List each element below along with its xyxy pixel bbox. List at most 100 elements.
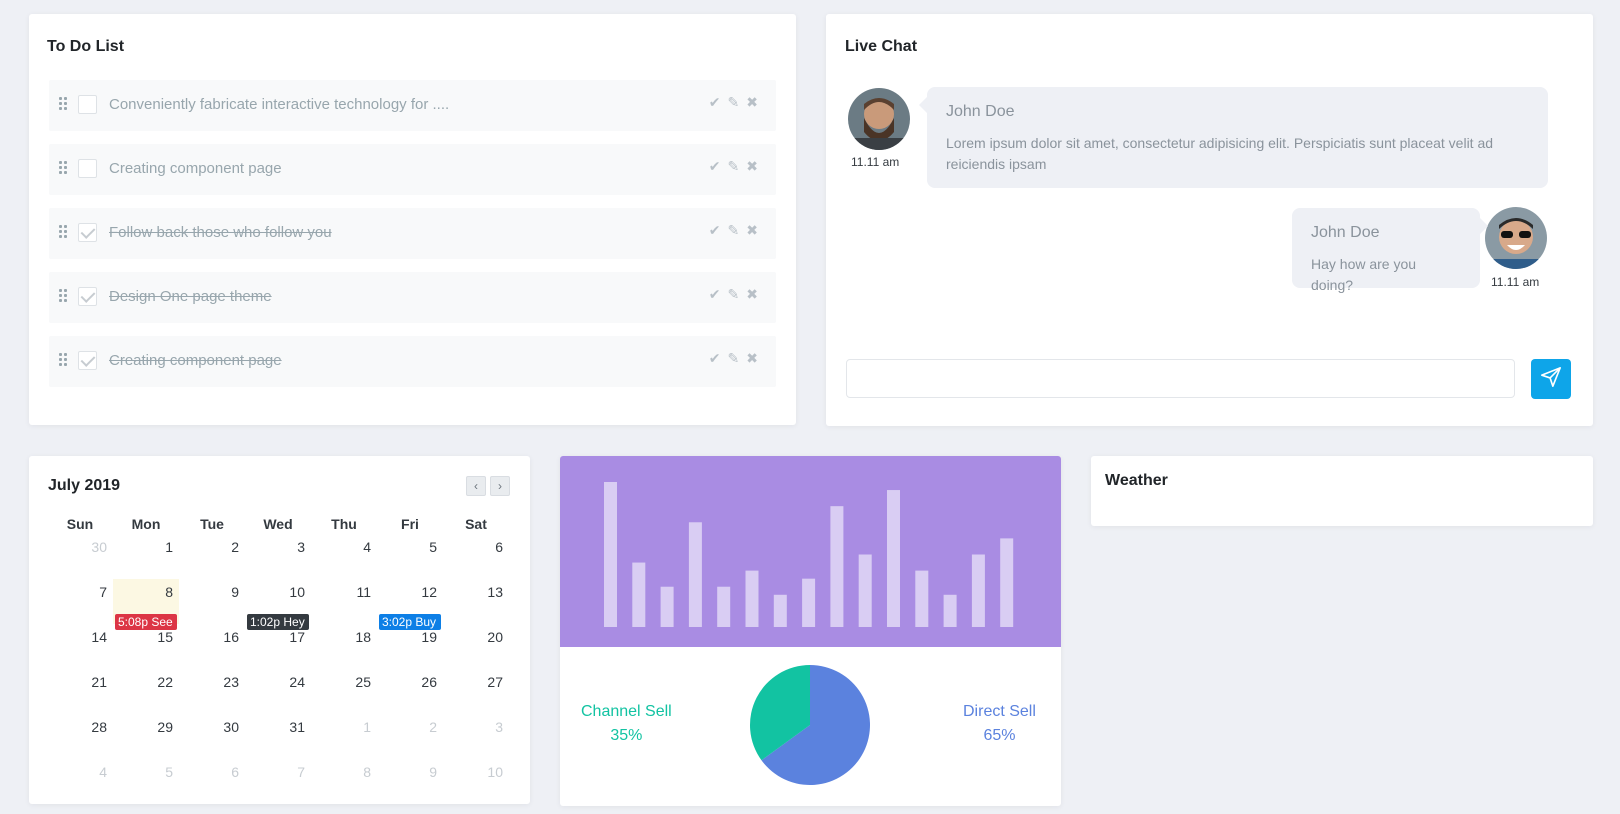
calendar-day-number: 10	[289, 584, 305, 600]
calendar-day[interactable]: 22	[113, 669, 179, 714]
calendar-day[interactable]: 21	[47, 669, 113, 714]
bar	[887, 490, 900, 627]
calendar-day[interactable]: 4	[47, 759, 113, 804]
calendar-day[interactable]: 4	[311, 534, 377, 579]
calendar-day[interactable]: 5	[113, 759, 179, 804]
close-icon[interactable]: ✖	[746, 350, 758, 367]
calendar-day[interactable]: 8	[311, 759, 377, 804]
calendar-prev-button[interactable]: ‹	[466, 476, 486, 496]
check-icon[interactable]: ✔	[709, 286, 721, 303]
close-icon[interactable]: ✖	[746, 286, 758, 303]
check-icon[interactable]: ✔	[709, 222, 721, 239]
calendar-day[interactable]: 1	[113, 534, 179, 579]
close-icon[interactable]: ✖	[746, 94, 758, 111]
calendar-day-number: 1	[165, 539, 173, 555]
send-button[interactable]	[1531, 359, 1571, 399]
calendar-day[interactable]: 31	[245, 714, 311, 759]
drag-handle-icon[interactable]	[59, 97, 67, 111]
check-icon[interactable]: ✔	[709, 94, 721, 111]
calendar-day[interactable]: 20	[443, 624, 509, 669]
weather-title: Weather	[1105, 472, 1168, 489]
calendar-day[interactable]: 23	[179, 669, 245, 714]
drag-handle-icon[interactable]	[59, 225, 67, 239]
close-icon[interactable]: ✖	[746, 158, 758, 175]
calendar-day-number: 6	[495, 539, 503, 555]
bar	[830, 506, 844, 627]
calendar-day[interactable]: 2	[179, 534, 245, 579]
calendar-day[interactable]: 10	[443, 759, 509, 804]
pencil-icon[interactable]: ✎	[728, 222, 740, 239]
calendar-day-number: 27	[487, 674, 503, 690]
calendar-next-button[interactable]: ›	[490, 476, 510, 496]
calendar-day-number: 30	[91, 539, 107, 555]
todo-text: Design One page theme	[109, 288, 272, 305]
calendar-day-number: 31	[289, 719, 305, 735]
calendar-day[interactable]: 7	[47, 579, 113, 624]
pie-chart	[750, 665, 870, 785]
calendar-day[interactable]: 16	[179, 624, 245, 669]
todo-checkbox[interactable]	[78, 159, 97, 178]
todo-item[interactable]: Conveniently fabricate interactive techn…	[49, 80, 776, 131]
pencil-icon[interactable]: ✎	[728, 350, 740, 367]
todo-item[interactable]: Creating component page ✔ ✎ ✖	[49, 144, 776, 195]
check-icon[interactable]: ✔	[709, 158, 721, 175]
calendar-day-number: 26	[421, 674, 437, 690]
calendar-day[interactable]: 5	[377, 534, 443, 579]
pencil-icon[interactable]: ✎	[728, 94, 740, 111]
calendar-day[interactable]: 28	[47, 714, 113, 759]
live-chat-card: Live Chat 11.11 am John Doe Lorem ipsum …	[826, 14, 1593, 426]
chat-message-text: Hay how are you doing?	[1311, 256, 1417, 293]
calendar-day[interactable]: 6	[179, 759, 245, 804]
check-icon[interactable]: ✔	[709, 350, 721, 367]
close-icon[interactable]: ✖	[746, 222, 758, 239]
drag-handle-icon[interactable]	[59, 353, 67, 367]
todo-item[interactable]: Design One page theme ✔ ✎ ✖	[49, 272, 776, 323]
calendar-day[interactable]: 15	[113, 624, 179, 669]
calendar-day[interactable]: 11	[311, 579, 377, 624]
calendar-day-today[interactable]: 8 5:08p See	[113, 579, 179, 630]
direct-sell-label: Direct Sell	[963, 703, 1036, 720]
bar	[858, 554, 872, 627]
drag-handle-icon[interactable]	[59, 161, 67, 175]
chevron-right-icon: ›	[498, 479, 502, 493]
calendar-day[interactable]: 10 1:02p Hey	[245, 579, 311, 630]
todo-checkbox[interactable]	[78, 95, 97, 114]
calendar-day[interactable]: 18	[311, 624, 377, 669]
calendar-day[interactable]: 26	[377, 669, 443, 714]
calendar-day[interactable]: 30	[47, 534, 113, 579]
calendar-day[interactable]: 1	[311, 714, 377, 759]
calendar-day[interactable]: 19	[377, 624, 443, 669]
calendar-day[interactable]: 9	[377, 759, 443, 804]
calendar-day[interactable]: 25	[311, 669, 377, 714]
todo-item[interactable]: Creating component page ✔ ✎ ✖	[49, 336, 776, 387]
calendar-day[interactable]: 29	[113, 714, 179, 759]
calendar-day[interactable]: 12 3:02p Buy	[377, 579, 443, 630]
pencil-icon[interactable]: ✎	[728, 286, 740, 303]
calendar-day[interactable]: 3	[443, 714, 509, 759]
pencil-icon[interactable]: ✎	[728, 158, 740, 175]
calendar-day[interactable]: 30	[179, 714, 245, 759]
calendar-day-number: 20	[487, 629, 503, 645]
calendar-day-number: 3	[297, 539, 305, 555]
calendar-day-number: 15	[157, 629, 173, 645]
todo-checkbox[interactable]	[78, 287, 97, 306]
calendar-day[interactable]: 6	[443, 534, 509, 579]
calendar-day[interactable]: 13	[443, 579, 509, 624]
todo-checkbox[interactable]	[78, 223, 97, 242]
direct-sell-value: 65%	[983, 727, 1016, 744]
drag-handle-icon[interactable]	[59, 289, 67, 303]
calendar-day[interactable]: 9	[179, 579, 245, 624]
todo-item[interactable]: Follow back those who follow you ✔ ✎ ✖	[49, 208, 776, 259]
calendar-day-number: 13	[487, 584, 503, 600]
todo-checkbox[interactable]	[78, 351, 97, 370]
calendar-day[interactable]: 7	[245, 759, 311, 804]
chat-bubble: John Doe Hay how are you doing?	[1292, 208, 1488, 293]
calendar-day[interactable]: 14	[47, 624, 113, 669]
calendar-day[interactable]: 27	[443, 669, 509, 714]
calendar-day[interactable]: 2	[377, 714, 443, 759]
bar	[604, 482, 617, 627]
calendar-day[interactable]: 24	[245, 669, 311, 714]
calendar-day[interactable]: 17	[245, 624, 311, 669]
chat-message-input[interactable]	[846, 359, 1515, 398]
calendar-day[interactable]: 3	[245, 534, 311, 579]
